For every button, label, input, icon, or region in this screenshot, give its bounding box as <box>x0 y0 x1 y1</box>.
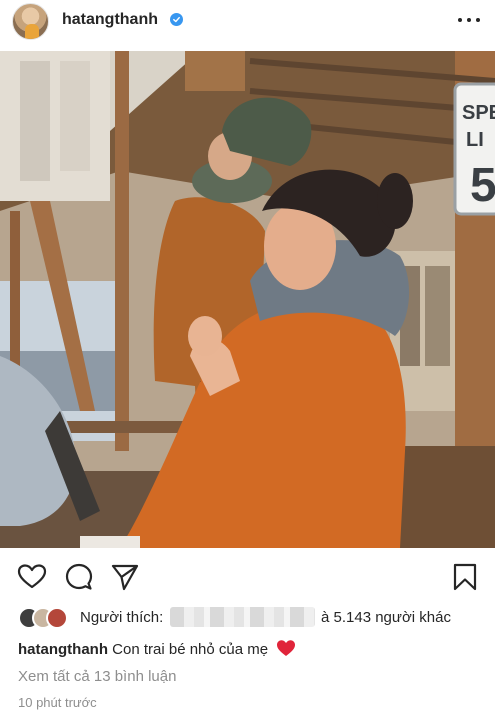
username-link[interactable]: hatangthanh <box>62 11 158 29</box>
profile-avatar[interactable] <box>12 3 49 40</box>
sign-text-line2: LI <box>466 129 484 151</box>
sign-text-line1: SPE <box>462 102 495 124</box>
caption-username[interactable]: hatangthanh <box>18 641 108 658</box>
post-timestamp: 10 phút trước <box>18 695 97 710</box>
caption-text: Con trai bé nhỏ của mẹ <box>112 641 269 658</box>
likes-label: Người thích: <box>80 609 164 626</box>
comment-icon[interactable] <box>64 562 94 592</box>
post-photo[interactable]: SPE LI 5 <box>0 51 495 548</box>
heart-icon[interactable] <box>17 562 47 592</box>
post-header: hatangthanh <box>0 0 495 50</box>
action-bar <box>0 560 495 594</box>
liker-avatar[interactable] <box>46 607 68 629</box>
verified-badge-icon <box>170 13 183 26</box>
paper-plane-icon[interactable] <box>110 562 140 592</box>
bookmark-icon[interactable] <box>450 562 480 592</box>
view-all-comments-link[interactable]: Xem tất cả 13 bình luận <box>18 668 176 685</box>
likes-row: Người thích: à 5.143 người khác <box>18 607 488 629</box>
post-caption: hatangthanh Con trai bé nhỏ của mẹ <box>18 639 296 658</box>
blurred-liker-name <box>170 607 315 627</box>
sign-text-line3: 5 <box>470 159 495 212</box>
likes-count-link[interactable]: à 5.143 người khác <box>321 609 451 626</box>
red-heart-emoji-icon <box>277 640 296 656</box>
more-options-icon[interactable] <box>458 10 480 30</box>
liker-avatars[interactable] <box>18 607 74 629</box>
